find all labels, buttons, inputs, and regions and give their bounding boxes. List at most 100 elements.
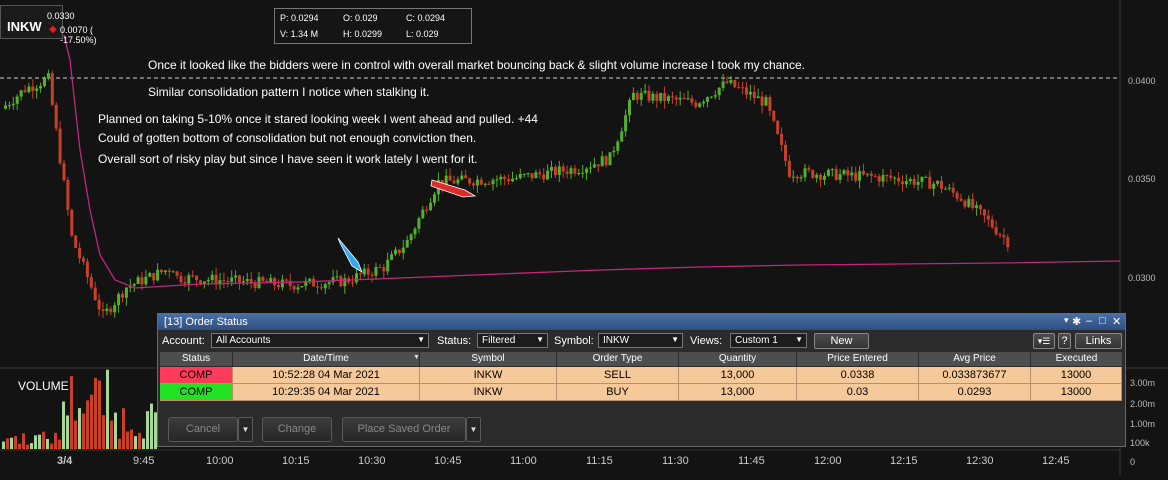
new-view-button[interactable]: New: [814, 333, 869, 349]
candle-body: [499, 176, 503, 180]
candle-body: [764, 97, 768, 106]
candle-body: [573, 168, 577, 174]
help-button[interactable]: ?: [1058, 333, 1071, 349]
status-select[interactable]: Filtered ▼: [477, 333, 548, 348]
candle-body: [417, 218, 421, 229]
candle-body: [518, 174, 522, 179]
candle-body: [873, 175, 877, 177]
candle-body: [27, 86, 31, 93]
candle-body: [280, 279, 284, 288]
candle-body: [288, 280, 292, 286]
avg-price-cell: 0.033873677: [919, 367, 1031, 384]
account-select-value: All Accounts: [216, 335, 271, 346]
candle-body: [659, 92, 663, 101]
candle-body: [58, 128, 62, 164]
close-icon[interactable]: ✕: [1112, 315, 1121, 328]
candle-body: [23, 90, 27, 93]
candle-body: [706, 97, 709, 102]
price-tick-label: 0.0350: [1128, 174, 1156, 184]
change-order-button[interactable]: Change: [262, 417, 332, 442]
candle-body: [869, 173, 873, 176]
candle-body: [628, 100, 631, 116]
volume-bar: [50, 443, 53, 449]
orders-table-header: Status Date/Time Symbol Order Type Quant…: [160, 352, 1122, 366]
candle-body: [472, 183, 475, 186]
volume-bar: [122, 408, 125, 449]
candle-body: [534, 172, 538, 179]
candle-body: [542, 174, 546, 180]
candle-body: [475, 179, 479, 186]
gear-icon[interactable]: ✱: [1072, 315, 1081, 328]
table-row[interactable]: COMP 10:29:35 04 Mar 2021 INKW BUY 13,00…: [160, 384, 1122, 401]
candle-body: [943, 188, 947, 190]
candle-body: [171, 271, 175, 273]
column-header-quantity[interactable]: Quantity: [679, 352, 797, 366]
volume-bar: [30, 443, 33, 449]
column-header-price-entered[interactable]: Price Entered: [797, 352, 919, 366]
candle-body: [698, 103, 702, 107]
candle-body: [745, 87, 748, 95]
volume-bar: [86, 400, 89, 449]
place-saved-order-button[interactable]: Place Saved Order: [342, 417, 466, 442]
candle-body: [163, 270, 167, 273]
window-menu-icon[interactable]: ▾: [1064, 315, 1069, 326]
candle-body: [858, 171, 862, 181]
column-header-datetime[interactable]: Date/Time: [233, 352, 420, 366]
symbol-input[interactable]: INKW ▼: [598, 333, 683, 348]
column-header-status[interactable]: Status: [160, 352, 233, 366]
views-select-value: Custom 1: [735, 335, 778, 346]
column-header-order-type[interactable]: Order Type: [557, 352, 679, 366]
avg-price-cell: 0.0293: [919, 384, 1031, 401]
candle-body: [362, 268, 366, 275]
candle-body: [238, 275, 241, 283]
table-row[interactable]: COMP 10:52:28 04 Mar 2021 INKW SELL 13,0…: [160, 367, 1122, 384]
column-menu-button[interactable]: ▾☰: [1033, 333, 1055, 349]
candle-body: [616, 141, 620, 151]
price-entered-cell: 0.03: [797, 384, 919, 401]
minimize-icon[interactable]: –: [1086, 315, 1092, 327]
candle-body: [191, 275, 195, 277]
column-header-executed[interactable]: Executed: [1031, 352, 1122, 366]
annotation-text: Overall sort of risky play but since I h…: [98, 152, 478, 166]
candle-body: [803, 168, 807, 178]
candle-body: [787, 160, 791, 177]
volume-bar: [78, 408, 81, 449]
candle-body: [109, 308, 113, 313]
candle-body: [752, 91, 756, 99]
candle-body: [713, 95, 717, 97]
volume-bar: [38, 434, 41, 449]
candle-body: [561, 166, 565, 172]
time-tick-label: 11:00: [510, 455, 537, 467]
saved-order-dropdown[interactable]: ▼: [466, 417, 481, 442]
candle-body: [947, 187, 951, 189]
cancel-order-button[interactable]: Cancel: [168, 417, 238, 442]
links-button[interactable]: Links: [1075, 333, 1122, 349]
symbol-quote-panel: 0.0330 INKW ◆ 0.0070 ( -17.50%): [0, 5, 97, 45]
candle-body: [261, 276, 265, 281]
candle-body: [160, 269, 163, 273]
candle-body: [93, 287, 97, 300]
price-change: 0.0070 ( -17.50%): [60, 25, 97, 45]
candle-body: [674, 97, 678, 100]
candle-body: [366, 268, 370, 275]
candle-body: [199, 280, 202, 284]
volume-tick-label: 3.00m: [1130, 378, 1156, 388]
quantity-cell: 13,000: [679, 384, 797, 401]
candle-body: [667, 96, 670, 102]
account-select[interactable]: All Accounts ▼: [211, 333, 429, 348]
maximize-icon[interactable]: □: [1099, 315, 1106, 327]
views-select[interactable]: Custom 1 ▼: [730, 333, 807, 348]
candle-body: [526, 173, 530, 175]
cancel-options-dropdown[interactable]: ▼: [238, 417, 253, 442]
chevron-down-icon: ▼: [795, 335, 803, 344]
candle-body: [405, 240, 409, 248]
column-header-symbol[interactable]: Symbol: [420, 352, 557, 366]
candle-body: [912, 179, 916, 185]
column-header-avg-price[interactable]: Avg Price: [919, 352, 1031, 366]
candle-body: [456, 179, 460, 184]
order-window-titlebar[interactable]: [13] Order Status ▾ ✱ – □ ✕: [158, 314, 1125, 330]
candle-body: [834, 168, 838, 180]
candle-body: [452, 180, 456, 184]
candle-body: [214, 274, 218, 285]
executed-cell: 13000: [1031, 384, 1122, 401]
